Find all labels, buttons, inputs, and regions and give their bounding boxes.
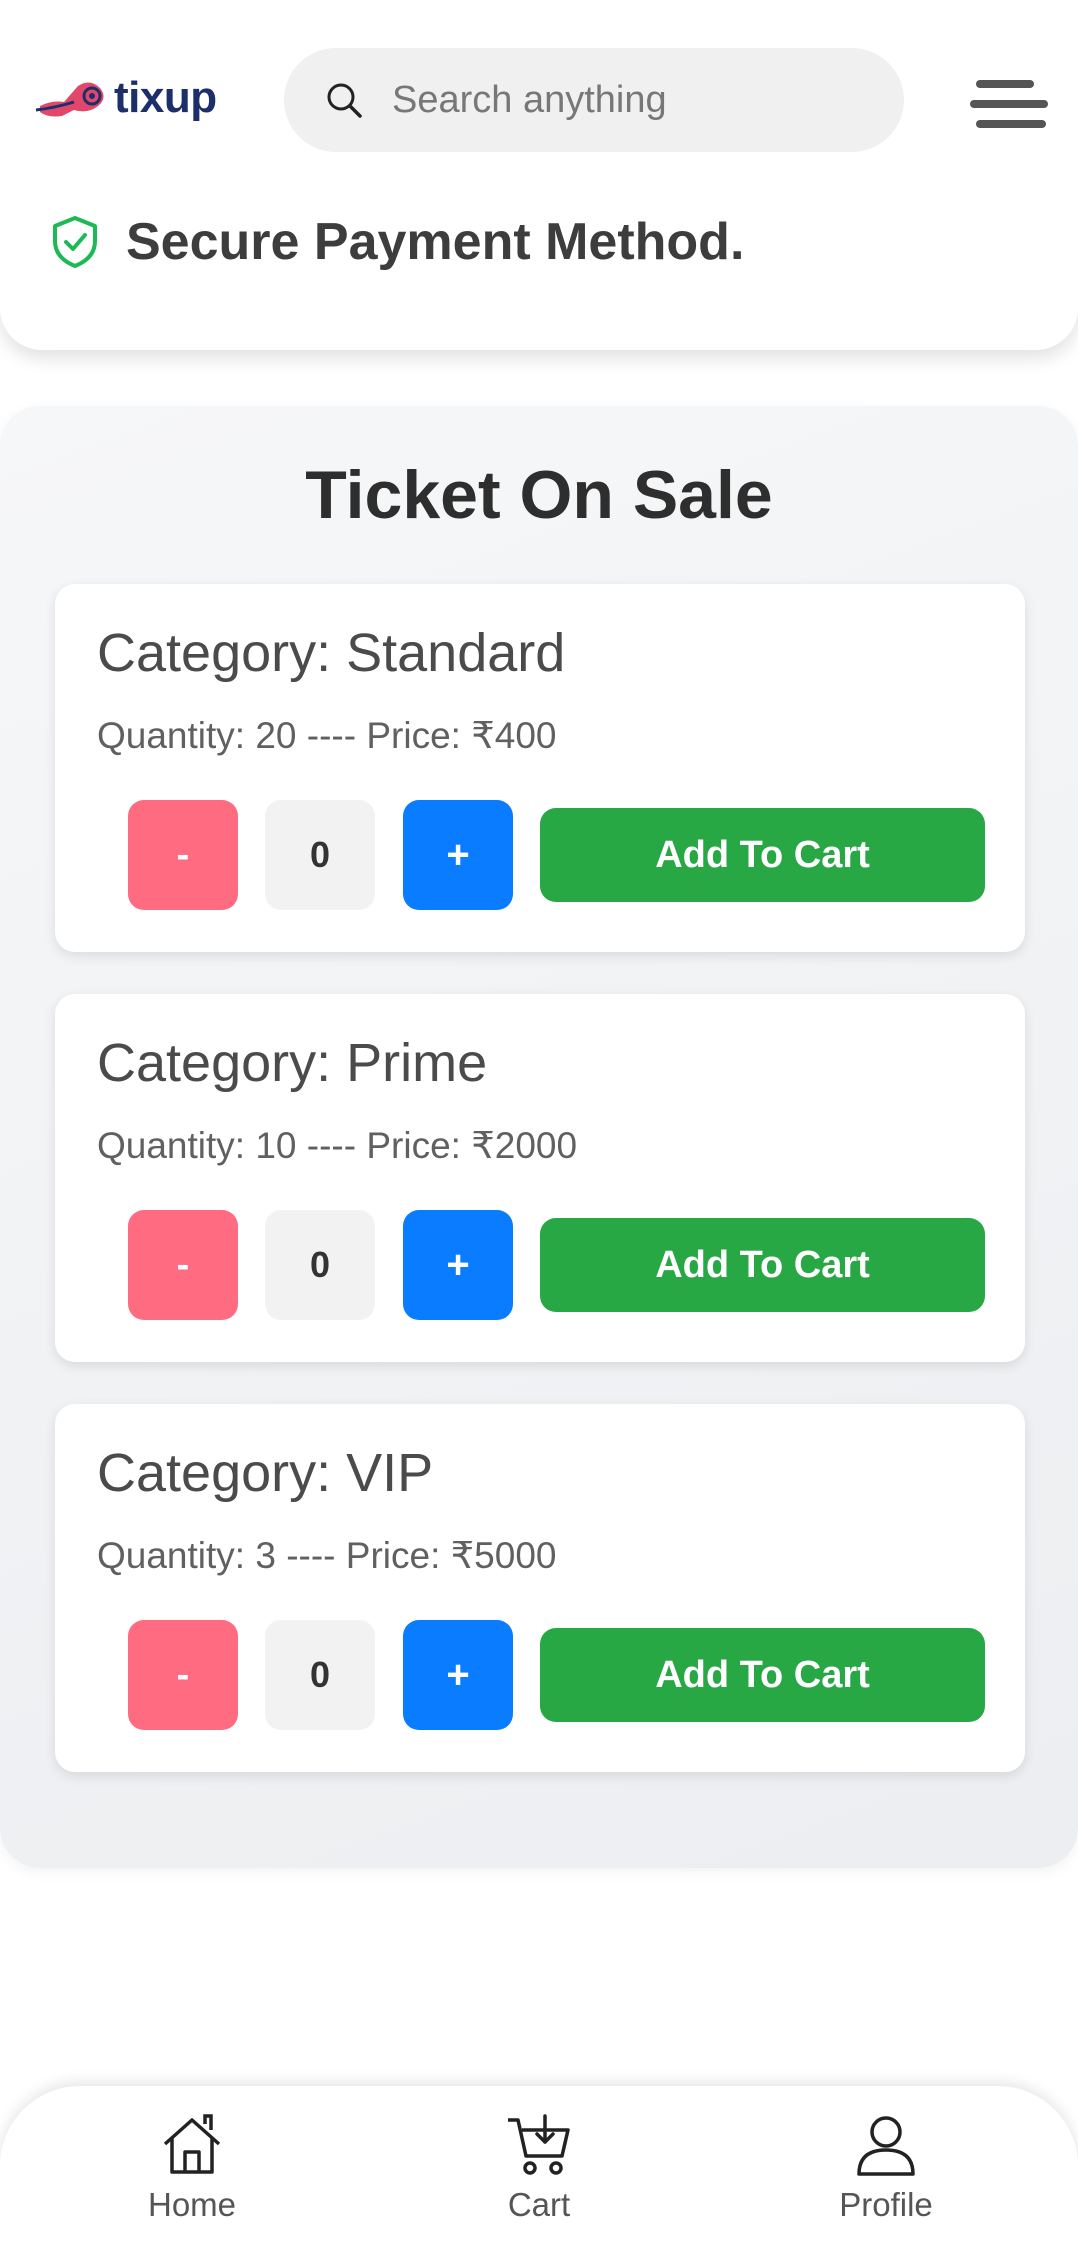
nav-label: Cart	[507, 2186, 571, 2223]
ticket-card-prime: Category: Prime Quantity: 10 ---- Price:…	[55, 994, 1025, 1362]
ticket-category: Category: VIP	[97, 1443, 434, 1503]
ticket-logo-icon	[35, 82, 104, 117]
quantity-value: 0	[265, 1620, 375, 1730]
increment-button[interactable]: +	[403, 1620, 513, 1730]
page: tixup Secure Payment Method. Ticket On S…	[0, 0, 1078, 2256]
ticket-category: Category: Prime	[97, 1033, 488, 1093]
ticket-quantity-price: Quantity: 20 ---- Price: ₹400	[97, 715, 557, 756]
ticket-card-standard: Category: Standard Quantity: 20 ---- Pri…	[55, 584, 1025, 952]
decrement-button[interactable]: -	[128, 1620, 238, 1730]
ticket-category: Category: Standard	[97, 623, 566, 683]
nav-item-home[interactable]: Home	[92, 2112, 292, 2242]
cart-icon	[508, 2114, 570, 2175]
increment-button[interactable]: +	[403, 800, 513, 910]
quantity-value: 0	[265, 800, 375, 910]
quantity-value: 0	[265, 1210, 375, 1320]
search-input[interactable]	[392, 78, 872, 122]
header: tixup Secure Payment Method.	[0, 0, 1078, 350]
nav-item-cart[interactable]: Cart	[439, 2112, 639, 2242]
logo[interactable]: tixup	[34, 68, 217, 128]
decrement-button[interactable]: -	[128, 800, 238, 910]
hamburger-menu-icon[interactable]	[970, 76, 1048, 132]
add-to-cart-button[interactable]: Add To Cart	[540, 808, 985, 902]
add-to-cart-button[interactable]: Add To Cart	[540, 1218, 985, 1312]
nav-label: Home	[147, 2186, 237, 2223]
section-title: Ticket On Sale	[305, 457, 773, 533]
ticket-quantity-price: Quantity: 10 ---- Price: ₹2000	[97, 1125, 578, 1166]
ticket-card-vip: Category: VIP Quantity: 3 ---- Price: ₹5…	[55, 1404, 1025, 1772]
tickets-section: Ticket On Sale Category: Standard Quanti…	[0, 406, 1078, 1868]
home-icon	[163, 2114, 221, 2174]
logo-text: tixup	[114, 73, 217, 122]
secure-payment-banner: Secure Payment Method.	[50, 212, 744, 272]
ticket-quantity-price: Quantity: 3 ---- Price: ₹5000	[97, 1535, 557, 1576]
increment-button[interactable]: +	[403, 1210, 513, 1320]
shield-check-icon	[53, 216, 97, 268]
add-to-cart-button[interactable]: Add To Cart	[540, 1628, 985, 1722]
nav-item-profile[interactable]: Profile	[786, 2112, 986, 2242]
decrement-button[interactable]: -	[128, 1210, 238, 1320]
search-icon	[327, 83, 362, 118]
bottom-nav: Home Cart Profile	[0, 2086, 1078, 2256]
profile-icon	[857, 2116, 915, 2176]
secure-payment-text: Secure Payment Method.	[126, 213, 745, 271]
search-bar[interactable]	[284, 48, 904, 152]
nav-label: Profile	[839, 2186, 933, 2223]
